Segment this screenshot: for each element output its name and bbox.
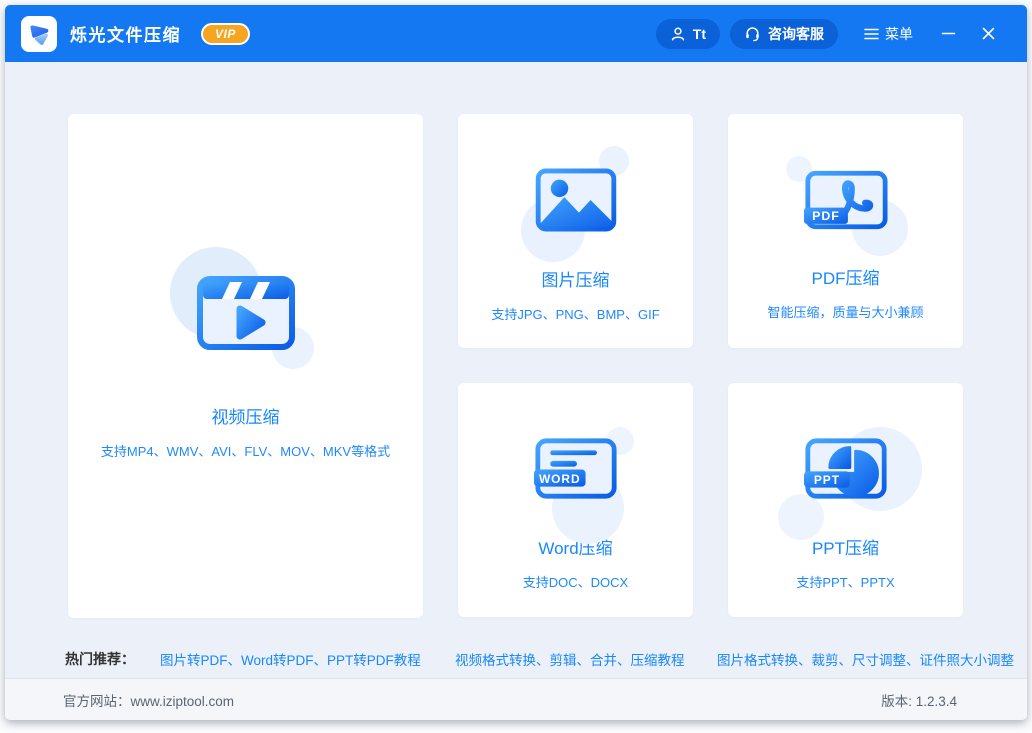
video-compress-icon <box>196 273 296 353</box>
titlebar-right: Tt 咨询客服 菜单 <box>656 19 999 49</box>
close-button[interactable] <box>977 23 999 45</box>
pdf-icon-wrap: PDF <box>804 170 888 230</box>
card-subtitle: 支持JPG、PNG、BMP、GIF <box>491 304 659 323</box>
card-subtitle: 智能压缩，质量与大小兼顾 <box>767 302 923 321</box>
minimize-icon <box>941 26 956 41</box>
card-title: 图片压缩 <box>542 266 610 291</box>
close-icon <box>981 26 996 41</box>
card-subtitle: 支持DOC、DOCX <box>523 572 628 591</box>
decor-circle <box>778 494 824 540</box>
hot-recommendations: 热门推荐： 图片转PDF、Word转PDF、PPT转PDF教程 视频格式转换、剪… <box>5 646 1027 672</box>
hamburger-icon <box>864 28 879 40</box>
image-icon-wrap <box>535 168 617 232</box>
footer: 官方网站：www.iziptool.com 版本: 1.2.3.4 <box>5 678 1027 720</box>
card-video-compress[interactable]: 视频压缩 支持MP4、WMV、AVI、FLV、MOV、MKV等格式 <box>68 114 423 618</box>
headset-icon <box>744 25 761 42</box>
app-logo-icon <box>26 21 52 47</box>
image-compress-icon <box>535 168 617 232</box>
pdf-compress-icon: PDF <box>804 170 888 230</box>
support-button-label: 咨询客服 <box>768 24 824 44</box>
account-button-label: Tt <box>693 26 706 42</box>
account-button[interactable]: Tt <box>656 19 720 49</box>
card-pdf-compress[interactable]: PDF PDF压缩 智能压缩，质量与大小兼顾 <box>728 114 963 348</box>
word-icon-badge: WORD <box>538 472 580 486</box>
user-icon <box>670 26 686 42</box>
vip-badge-label: VIP <box>215 27 236 41</box>
minimize-button[interactable] <box>937 23 959 45</box>
hot-recommendations-label: 热门推荐： <box>65 649 135 669</box>
word-icon-wrap: WORD <box>534 437 618 500</box>
word-compress-icon: WORD <box>534 437 618 500</box>
recommend-link-video-tutorials[interactable]: 视频格式转换、剪辑、合并、压缩教程 <box>455 649 685 669</box>
app-window: 烁光文件压缩 VIP Tt 咨询客服 <box>5 5 1027 720</box>
ppt-icon-badge: PPT <box>813 473 839 487</box>
vip-badge[interactable]: VIP <box>201 23 250 45</box>
official-website-label: 官方网站：www.iziptool.com <box>63 690 234 710</box>
ppt-icon-wrap: PPT <box>804 437 888 500</box>
card-ppt-compress[interactable]: PPT PPT压缩 支持PPT、PPTX <box>728 383 963 617</box>
video-icon-wrap <box>196 273 296 353</box>
card-subtitle: 支持MP4、WMV、AVI、FLV、MOV、MKV等格式 <box>101 441 390 460</box>
titlebar-left: 烁光文件压缩 VIP <box>21 16 250 52</box>
card-title: PPT压缩 <box>812 534 879 559</box>
card-title: 视频压缩 <box>212 403 280 428</box>
card-subtitle: 支持PPT、PPTX <box>796 572 894 591</box>
version-label: 版本: 1.2.3.4 <box>881 690 957 710</box>
card-title: PDF压缩 <box>812 264 880 289</box>
menu-button-label: 菜单 <box>885 24 913 44</box>
card-image-compress[interactable]: 图片压缩 支持JPG、PNG、BMP、GIF <box>458 114 693 348</box>
menu-button[interactable]: 菜单 <box>864 24 913 44</box>
support-button[interactable]: 咨询客服 <box>730 19 838 49</box>
ppt-compress-icon: PPT <box>804 437 888 500</box>
app-title: 烁光文件压缩 <box>70 21 181 46</box>
app-logo <box>21 16 57 52</box>
recommend-link-image-tools[interactable]: 图片格式转换、裁剪、尺寸调整、证件照大小调整 <box>717 649 1014 669</box>
recommend-link-pdf-convert-tutorials[interactable]: 图片转PDF、Word转PDF、PPT转PDF教程 <box>160 649 421 669</box>
card-word-compress[interactable]: WORD Word压缩 支持DOC、DOCX <box>458 383 693 617</box>
titlebar: 烁光文件压缩 VIP Tt 咨询客服 <box>5 5 1027 62</box>
main-content: 视频压缩 支持MP4、WMV、AVI、FLV、MOV、MKV等格式 <box>5 62 1027 678</box>
pdf-icon-badge: PDF <box>812 209 840 223</box>
